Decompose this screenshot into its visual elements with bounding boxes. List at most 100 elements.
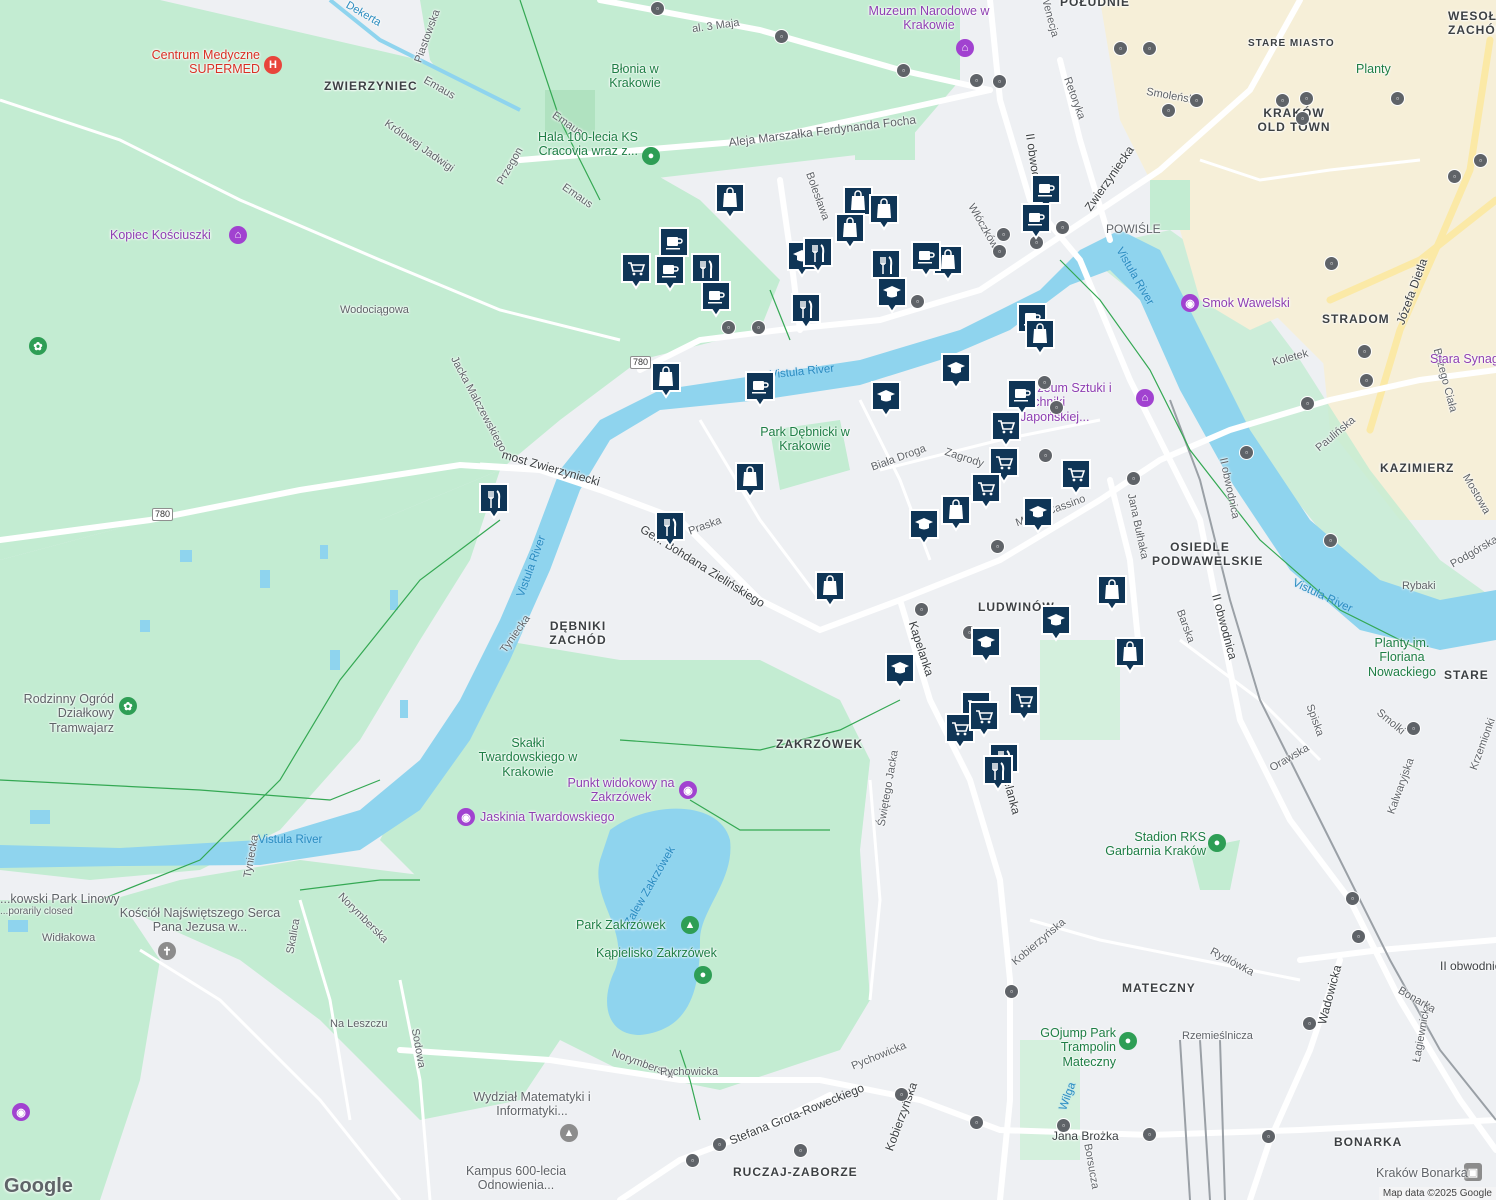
poi-label[interactable]: Kąpielisko Zakrzówek [596,946,717,960]
poi-label[interactable]: Hala 100-lecia KS Cracovia wraz z... [502,130,638,159]
poi-label[interactable]: Kampus 600-lecia Odnowienia... [456,1164,576,1193]
school-marker[interactable] [876,276,908,316]
camera-icon[interactable]: ◉ [457,808,475,826]
grocery-marker[interactable] [620,252,652,292]
grocery-marker[interactable] [1008,684,1040,724]
park-icon[interactable]: ● [1119,1032,1137,1050]
transit-stop-icon[interactable]: ▫ [1323,533,1338,548]
transit-stop-icon[interactable]: ▫ [1295,111,1310,126]
restaurant-marker[interactable] [654,510,686,550]
swim-icon[interactable]: ● [694,966,712,984]
flower-icon[interactable]: ✿ [119,697,137,715]
restaurant-marker[interactable] [802,236,834,276]
restaurant-marker[interactable] [790,292,822,332]
museum-icon[interactable]: ⌂ [956,39,974,57]
camera-icon[interactable]: ◉ [12,1103,30,1121]
museum-icon[interactable]: ⌂ [1136,389,1154,407]
transit-stop-icon[interactable]: ▫ [996,227,1011,242]
transit-stop-icon[interactable]: ▫ [1038,448,1053,463]
transit-stop-icon[interactable]: ▫ [1142,1127,1157,1142]
stadium-icon[interactable]: ● [1208,834,1226,852]
transit-stop-icon[interactable]: ▫ [1004,984,1019,999]
poi-label[interactable]: ...kowski Park Linowy [0,892,119,906]
transit-stop-icon[interactable]: ▫ [1345,891,1360,906]
shopping-bag-marker[interactable] [734,461,766,501]
school-marker[interactable] [908,508,940,548]
grocery-marker[interactable] [968,700,1000,740]
shopping-bag-marker[interactable] [1114,636,1146,676]
grocery-marker[interactable] [1060,458,1092,498]
map-attribution[interactable]: Map data ©2025 Google [1378,1187,1496,1200]
transit-stop-icon[interactable]: ▫ [1299,91,1314,106]
transit-stop-icon[interactable]: ▫ [1126,471,1141,486]
map-viewport[interactable]: ZWIERZYNIEC DĘBNIKI ZACHÓD ZAKRZÓWEK LUD… [0,0,1496,1200]
school-marker[interactable] [970,626,1002,666]
cafe-marker[interactable] [1020,202,1052,242]
poi-label[interactable]: Centrum Medyczne SUPERMED [134,48,260,77]
transit-stop-icon[interactable]: ▫ [914,602,929,617]
transit-stop-icon[interactable]: ▫ [1142,41,1157,56]
school-marker[interactable] [884,652,916,692]
poi-label[interactable]: Stadion RKS Garbarnia Kraków [1094,830,1206,859]
shopping-bag-marker[interactable] [714,182,746,222]
transit-stop-icon[interactable]: ▫ [896,63,911,78]
transit-stop-icon[interactable]: ▫ [1056,1118,1071,1133]
poi-label[interactable]: Wydział Matematyki i Informatyki... [462,1090,602,1119]
school-marker[interactable] [1040,604,1072,644]
transit-stop-icon[interactable]: ▫ [1390,91,1405,106]
poi-label[interactable]: Kopiec Kościuszki [110,228,211,242]
school-marker[interactable] [1022,496,1054,536]
transit-stop-icon[interactable]: ▫ [1037,375,1052,390]
transit-stop-icon[interactable]: ▫ [1357,344,1372,359]
transit-stop-icon[interactable]: ▫ [910,294,925,309]
poi-label[interactable]: Park Dębnicki w Krakowie [760,425,850,454]
transit-stop-icon[interactable]: ▫ [1275,93,1290,108]
transit-stop-icon[interactable]: ▫ [969,73,984,88]
restaurant-marker[interactable] [982,754,1014,794]
transit-stop-icon[interactable]: ▫ [894,1087,909,1102]
poi-label[interactable]: Błonia w Krakowie [590,62,680,91]
transit-stop-icon[interactable]: ▫ [1161,103,1176,118]
restaurant-marker[interactable] [478,482,510,522]
shopping-bag-marker[interactable] [1024,318,1056,358]
shopping-bag-marker[interactable] [1096,574,1128,614]
transit-stop-icon[interactable]: ▫ [990,539,1005,554]
school-marker[interactable] [940,352,972,392]
transit-stop-icon[interactable]: ▫ [969,1115,984,1130]
camera-icon[interactable]: ◉ [679,781,697,799]
poi-label[interactable]: Smok Wawelski [1202,296,1290,310]
transit-stop-icon[interactable]: ▫ [774,29,789,44]
transit-stop-icon[interactable]: ▫ [1113,41,1128,56]
transit-stop-icon[interactable]: ▫ [1300,396,1315,411]
transit-stop-icon[interactable]: ▫ [1302,1016,1317,1031]
cafe-marker[interactable] [700,280,732,320]
transit-stop-icon[interactable]: ▫ [751,320,766,335]
poi-label[interactable]: Stara Synagoga [1430,352,1496,366]
poi-label[interactable]: Planty im. Floriana Nowackiego [1362,636,1442,679]
transit-stop-icon[interactable]: ▫ [1049,400,1064,415]
school-marker[interactable] [870,380,902,420]
poi-label[interactable]: Rodzinny Ogród Działkowy Tramwajarz [0,692,114,735]
poi-label[interactable]: Kościół Najświętszego Serca Pana Jezusa … [110,906,290,935]
transit-stop-icon[interactable]: ▫ [992,244,1007,259]
tree-icon[interactable]: ▲ [681,916,699,934]
transit-stop-icon[interactable]: ▫ [712,1137,727,1152]
transit-stop-icon[interactable]: ▫ [1055,220,1070,235]
poi-label[interactable]: Jaskinia Twardowskiego [480,810,615,824]
stadium-icon[interactable]: ● [642,147,660,165]
poi-label[interactable]: GOjump Park Trampolin Mateczny [1008,1026,1116,1069]
shopping-bag-marker[interactable] [650,361,682,401]
grocery-marker[interactable] [990,410,1022,450]
poi-label[interactable]: Skałki Twardowskiego w Krakowie [476,736,580,779]
transit-stop-icon[interactable]: ▫ [1324,256,1339,271]
cafe-marker[interactable] [654,254,686,294]
poi-label[interactable]: Muzeum Narodowe w Krakowie [866,4,992,33]
transit-stop-icon[interactable]: ▫ [992,74,1007,89]
poi-label[interactable]: Park Zakrzówek [576,918,666,932]
poi-label[interactable]: Kraków Bonarka [1376,1166,1468,1180]
poi-label[interactable]: Planty [1356,62,1391,76]
transit-stop-icon[interactable]: ▫ [1473,153,1488,168]
cafe-marker[interactable] [910,240,942,280]
transit-stop-icon[interactable]: ▫ [1351,929,1366,944]
shopping-bag-marker[interactable] [834,212,866,252]
